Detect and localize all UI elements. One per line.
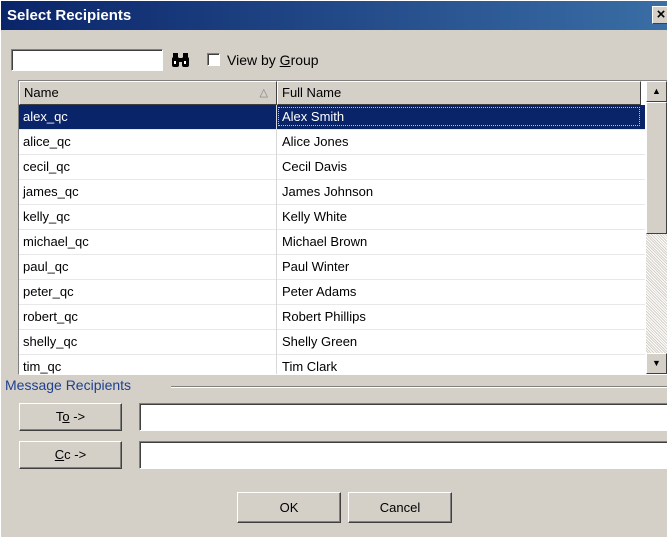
- title-bar[interactable]: Select Recipients ×: [1, 1, 667, 30]
- search-input[interactable]: [11, 49, 163, 71]
- column-header-name[interactable]: Name △: [19, 81, 277, 105]
- cc-button[interactable]: Cc ->: [19, 441, 122, 469]
- table-row[interactable]: alice_qc Alice Jones: [19, 130, 645, 155]
- table-row[interactable]: alex_qc Alex Smith: [19, 105, 645, 130]
- select-recipients-dialog: Select Recipients × View by Group Name △…: [0, 0, 667, 537]
- table-row[interactable]: james_qc James Johnson: [19, 180, 645, 205]
- ok-button[interactable]: OK: [237, 492, 341, 523]
- table-row[interactable]: tim_qc Tim Clark: [19, 355, 645, 374]
- table-row[interactable]: peter_qc Peter Adams: [19, 280, 645, 305]
- table-row[interactable]: michael_qc Michael Brown: [19, 230, 645, 255]
- table-row[interactable]: robert_qc Robert Phillips: [19, 305, 645, 330]
- view-by-group-label[interactable]: View by Group: [227, 52, 319, 68]
- message-recipients-label: Message Recipients: [5, 377, 136, 393]
- find-binoculars-icon[interactable]: [171, 51, 191, 69]
- column-header-full-name[interactable]: Full Name: [277, 81, 641, 105]
- cancel-button[interactable]: Cancel: [348, 492, 452, 523]
- table-row[interactable]: paul_qc Paul Winter: [19, 255, 645, 280]
- table-row[interactable]: kelly_qc Kelly White: [19, 205, 645, 230]
- dialog-title: Select Recipients: [7, 7, 132, 24]
- scrollbar-thumb[interactable]: [646, 102, 667, 234]
- sort-ascending-icon: △: [259, 87, 268, 99]
- scroll-down-icon[interactable]: ▼: [646, 353, 667, 374]
- to-recipients-field[interactable]: [139, 403, 667, 431]
- users-grid[interactable]: Name △ Full Name alex_qc Alex Smith alice…: [18, 80, 667, 375]
- table-row[interactable]: cecil_qc Cecil Davis: [19, 155, 645, 180]
- scroll-up-icon[interactable]: ▲: [646, 81, 667, 102]
- table-row[interactable]: shelly_qc Shelly Green: [19, 330, 645, 355]
- vertical-scrollbar[interactable]: ▲ ▼: [646, 81, 667, 374]
- cc-recipients-field[interactable]: [139, 441, 667, 469]
- to-button[interactable]: To ->: [19, 403, 122, 431]
- close-button[interactable]: ×: [652, 6, 667, 24]
- view-by-group-checkbox[interactable]: [207, 53, 220, 66]
- group-divider: [171, 386, 667, 388]
